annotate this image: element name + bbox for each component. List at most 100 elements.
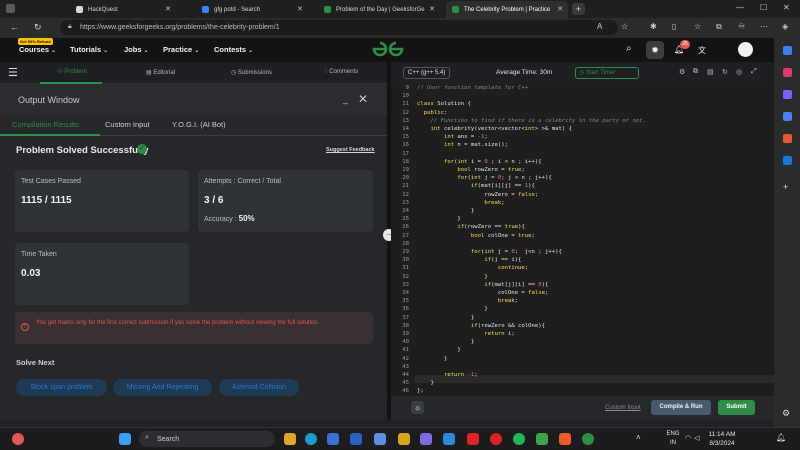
code-line[interactable]: break;: [417, 200, 504, 206]
code-line[interactable]: // User function template for C++: [417, 85, 528, 91]
submit-button[interactable]: Submit: [718, 400, 755, 415]
code-line[interactable]: continue;: [417, 265, 528, 271]
code-line[interactable]: if(rowZero && colOne){: [417, 323, 545, 329]
netflix-icon[interactable]: [467, 433, 479, 445]
app-icon[interactable]: [582, 433, 594, 445]
code-line[interactable]: for(int j = 0; j<n ; j++){: [417, 249, 562, 255]
new-tab-button[interactable]: +: [572, 3, 585, 15]
code-line[interactable]: if(mat[i][j] == 1){: [417, 183, 535, 189]
solve-next-chip[interactable]: Missing And Repeating: [113, 379, 212, 396]
code-line[interactable]: }: [417, 380, 433, 386]
language-indicator[interactable]: ENG IN: [665, 430, 681, 448]
back-icon[interactable]: ←: [10, 22, 19, 32]
code-line[interactable]: int ans = -1;: [417, 134, 488, 140]
app-icon[interactable]: [398, 433, 410, 445]
code-line[interactable]: break;: [417, 298, 518, 304]
refresh-icon[interactable]: ↻: [34, 22, 42, 33]
code-line[interactable]: public:: [417, 110, 448, 116]
app-icon[interactable]: [443, 433, 455, 445]
compile-run-button[interactable]: Compile & Run: [651, 400, 711, 415]
split-screen-icon[interactable]: ▯: [672, 22, 676, 31]
gfg-logo[interactable]: [371, 41, 405, 60]
search-icon[interactable]: [783, 46, 792, 55]
brave-icon[interactable]: [559, 433, 571, 445]
edge-icon[interactable]: [305, 433, 317, 445]
code-line[interactable]: bool colOne = true;: [417, 233, 535, 239]
code-line[interactable]: };: [417, 388, 424, 394]
code-editor[interactable]: 9 10 11 12 13 14 15 16 17 18 19 20 21 22 23 24 25 26 27 28 2…: [391, 84, 774, 396]
extensions-icon[interactable]: ✱: [650, 22, 657, 31]
tab-submissions[interactable]: ◷ Submissions: [231, 69, 272, 76]
tab-compilation-results[interactable]: Compilation Results: [12, 120, 79, 129]
favorites-bar-icon[interactable]: ☆: [694, 22, 701, 31]
code-line[interactable]: if(rowZero == true){: [417, 224, 524, 230]
spotify-icon[interactable]: [513, 433, 525, 445]
wifi-icon[interactable]: ◠: [685, 434, 691, 442]
menu-tutorials[interactable]: Tutorials ⌄: [70, 45, 108, 54]
minimize-icon[interactable]: _: [343, 94, 348, 104]
games-icon[interactable]: [783, 112, 792, 121]
minimize-window-icon[interactable]: —: [736, 3, 744, 12]
code-line[interactable]: }: [417, 347, 460, 353]
copilot-icon[interactable]: ◈: [782, 22, 788, 31]
menu-contests[interactable]: Contests ⌄: [214, 45, 253, 54]
app-icon[interactable]: [420, 433, 432, 445]
translate-icon[interactable]: 文: [698, 45, 706, 56]
theme-toggle-icon[interactable]: ✹: [646, 41, 664, 59]
notifications-icon[interactable]: 🔔︎: [776, 433, 786, 442]
code-line[interactable]: for(int j = 0; j < n ; j++){: [417, 175, 551, 181]
code-line[interactable]: }: [417, 356, 447, 362]
add-icon[interactable]: +: [783, 182, 788, 192]
code-line[interactable]: return -1;: [417, 372, 478, 378]
chevron-up-icon[interactable]: ˄: [636, 433, 641, 442]
outlook-icon[interactable]: [783, 156, 792, 165]
menu-practice[interactable]: Practice ⌄: [163, 45, 199, 54]
browser-tab-1[interactable]: HackQuest ✕: [70, 1, 176, 18]
close-tab-icon[interactable]: ✕: [557, 5, 563, 13]
menu-jobs[interactable]: Jobs ⌄: [124, 45, 149, 54]
avatar[interactable]: [738, 42, 753, 57]
code-line[interactable]: int celebrity(vector<vector<int> >& mat)…: [417, 126, 571, 132]
custom-input-link[interactable]: Custom Input: [605, 405, 641, 411]
settings-icon[interactable]: ⚙: [782, 408, 790, 419]
collections-icon[interactable]: ⧉: [716, 22, 722, 32]
maximize-window-icon[interactable]: ☐: [760, 3, 767, 12]
browser-tab-3[interactable]: Problem of the Day | GeeksforGe ✕: [318, 1, 440, 18]
volume-icon[interactable]: ◁: [694, 434, 699, 442]
office-icon[interactable]: [783, 134, 792, 143]
reset-icon[interactable]: ↻: [722, 68, 728, 76]
code-line[interactable]: }: [417, 216, 460, 222]
code-line[interactable]: }: [417, 306, 487, 312]
tab-custom-input[interactable]: Custom Input: [105, 120, 150, 129]
hamburger-menu-icon[interactable]: ☰: [8, 66, 18, 79]
close-icon[interactable]: ✕: [358, 92, 368, 106]
store-icon[interactable]: [374, 433, 386, 445]
app-icon[interactable]: [536, 433, 548, 445]
browser-tab-2[interactable]: gfg potd - Search ✕: [196, 1, 308, 18]
code-line[interactable]: rowZero = false;: [417, 192, 538, 198]
suggest-feedback-link[interactable]: Suggest Feedback: [326, 147, 375, 153]
start-timer-button[interactable]: ◷ Start Timer: [575, 67, 639, 79]
more-menu-icon[interactable]: ⋯: [760, 22, 768, 31]
extension-icon[interactable]: ♾: [738, 22, 745, 31]
solve-next-chip[interactable]: Stock span problem: [16, 379, 107, 396]
hint-icon[interactable]: ◎: [736, 68, 742, 76]
tab-yogi-ai-bot[interactable]: Y.O.G.I. (AI Bot): [172, 120, 226, 129]
fullscreen-icon[interactable]: ⤢: [751, 68, 757, 76]
profile-icon[interactable]: [6, 4, 15, 13]
weather-widget-icon[interactable]: [12, 433, 24, 445]
copy-icon[interactable]: ⧉: [693, 68, 698, 76]
clock[interactable]: 11:14 AM 8/3/2024: [700, 430, 744, 448]
code-line[interactable]: bool rowZero = true;: [417, 167, 524, 173]
start-windows-icon[interactable]: [119, 433, 131, 445]
code-line[interactable]: }: [417, 339, 474, 345]
taskbar-search[interactable]: ⌕ Search: [139, 431, 275, 447]
menu-courses[interactable]: Courses ⌄: [19, 45, 56, 54]
app-icon[interactable]: [350, 433, 362, 445]
code-line[interactable]: // Function to find if there is a celebr…: [417, 118, 646, 124]
tools-icon[interactable]: [783, 90, 792, 99]
code-line[interactable]: }: [417, 274, 487, 280]
code-line[interactable]: }: [417, 315, 474, 321]
close-tab-icon[interactable]: ✕: [429, 5, 435, 13]
code-line[interactable]: class Solution {: [417, 101, 471, 107]
